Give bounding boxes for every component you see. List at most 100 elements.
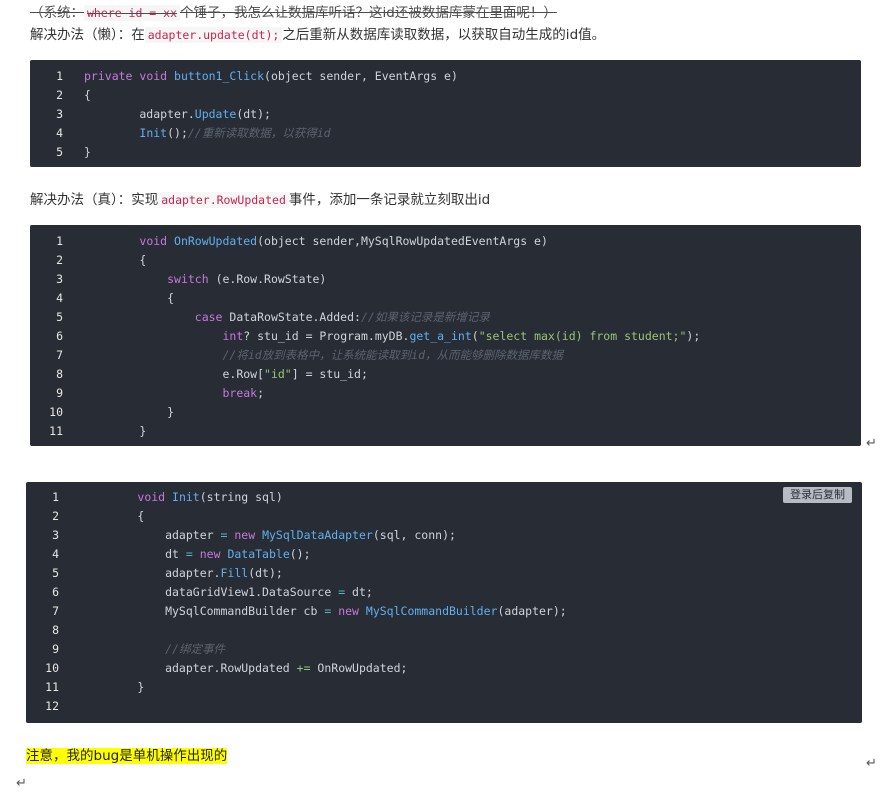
line-number: 3	[56, 272, 63, 286]
real-inline-code: adapter.RowUpdated	[158, 192, 289, 208]
code-text: }	[82, 680, 145, 694]
code-line: 1 void OnRowUpdated(object sender,MySqlR…	[30, 232, 861, 251]
code-line: 1 void Init(string sql)	[26, 488, 862, 507]
lazy-prefix: 解决办法（懒）：在	[30, 27, 145, 43]
return-mark: ↵	[866, 756, 877, 771]
code-text: case DataRowState.Added://如果该记录是新增记录	[194, 310, 490, 324]
highlighted-note: 注意，我的bug是单机操作出现的	[26, 748, 228, 764]
line-number: 2	[56, 253, 63, 267]
code-line: 12	[26, 697, 862, 716]
code-line: 11 }	[30, 422, 861, 441]
code-text: adapter.Fill(dt);	[82, 566, 283, 580]
bug-note: 注意，我的bug是单机操作出现的	[26, 746, 228, 766]
lazy-inline-code: adapter.update(dt);	[144, 27, 283, 43]
code-line: 3 adapter = new MySqlDataAdapter(sql, co…	[26, 526, 862, 545]
code-line: 11 }	[26, 678, 862, 697]
line-number: 12	[45, 699, 59, 713]
code-text: }	[84, 405, 175, 419]
line-number: 4	[56, 126, 63, 140]
line-number: 7	[56, 348, 63, 362]
line-number: 1	[56, 69, 63, 83]
code-line: 9 break;	[30, 384, 861, 403]
code-block-init[interactable]: 登录后复制 1 void Init(string sql) 2 {3 adapte…	[26, 482, 862, 723]
code-line: 6 int? stu_id = Program.myDB.get_a_int("…	[30, 327, 861, 346]
code-text: //绑定事件	[165, 642, 225, 656]
strike-prefix: （系统：	[30, 5, 84, 21]
code-line: 7 MySqlCommandBuilder cb = new MySqlComm…	[26, 602, 862, 621]
code-line: 8	[26, 621, 862, 640]
line-number: 6	[56, 329, 63, 343]
code-line: 2 {	[30, 251, 861, 270]
code-text: //将id放到表格中，让系统能读取到id，从而能够删除数据库数据	[222, 348, 564, 362]
code-text: break;	[222, 386, 265, 400]
line-number: 1	[52, 490, 59, 504]
code-text: dataGridView1.DataSource = dt;	[82, 585, 373, 599]
code-text: adapter.Update(dt);	[84, 107, 271, 121]
code-line: 3 switch (e.Row.RowState)	[30, 270, 861, 289]
line-number: 2	[52, 509, 59, 523]
code-line: 4 dt = new DataTable();	[26, 545, 862, 564]
code-line: 2{	[30, 86, 861, 105]
code-line: 10 adapter.RowUpdated += OnRowUpdated;	[26, 659, 862, 678]
line-number: 11	[49, 424, 63, 438]
code-line: 2 {	[26, 507, 862, 526]
code-line: 9 //绑定事件	[26, 640, 862, 659]
code-text: MySqlCommandBuilder cb = new MySqlComman…	[82, 604, 567, 618]
code-block-button1-click[interactable]: 1 private void button1_Click(object sende…	[30, 60, 861, 167]
line-number: 4	[52, 547, 59, 561]
real-prefix: 解决办法（真）：实现	[30, 192, 159, 208]
code-text: int? stu_id = Program.myDB.get_a_int("se…	[222, 329, 701, 343]
code-text: adapter.RowUpdated += OnRowUpdated;	[82, 661, 408, 675]
line-number: 5	[52, 566, 59, 580]
line-number: 10	[45, 661, 59, 675]
return-mark: ↵	[866, 436, 877, 451]
code-text: {	[84, 88, 91, 102]
code-text: e.Row["id"] = stu_id;	[84, 367, 368, 381]
code-text: {	[84, 253, 147, 267]
line-number: 8	[52, 623, 59, 637]
real-solution-paragraph: 解决办法（真）：实现 adapter.RowUpdated 事件，添加一条记录就立刻…	[30, 190, 490, 210]
line-number: 9	[52, 642, 59, 656]
code-line: 4 {	[30, 289, 861, 308]
line-number: 11	[45, 680, 59, 694]
code-text: void Init(string sql)	[137, 490, 283, 504]
line-number: 6	[52, 585, 59, 599]
return-mark: ↵	[16, 776, 27, 791]
code-line: 1 private void button1_Click(object sende…	[30, 67, 861, 86]
code-line: 7 //将id放到表格中，让系统能读取到id，从而能够删除数据库数据	[30, 346, 861, 365]
line-number: 1	[56, 234, 63, 248]
code-text: }	[84, 145, 91, 159]
line-number: 10	[49, 405, 63, 419]
code-line: 10 }	[30, 403, 861, 422]
code-line: 3 adapter.Update(dt);	[30, 105, 861, 124]
line-number: 5	[56, 145, 63, 159]
code-text: dt = new DataTable();	[82, 547, 311, 561]
lazy-solution-paragraph: 解决办法（懒）：在 adapter.update(dt); 之后重新从数据库读取数据…	[30, 25, 605, 45]
code-line: 5 case DataRowState.Added://如果该记录是新增记录	[30, 308, 861, 327]
code-line: 5}	[30, 143, 861, 162]
code-line: 8 e.Row["id"] = stu_id;	[30, 365, 861, 384]
line-number: 4	[56, 291, 63, 305]
code-line: 5 adapter.Fill(dt);	[26, 564, 862, 583]
code-text: Init();//重新读取数据，以获得id	[139, 126, 331, 140]
code-line: 6 dataGridView1.DataSource = dt;	[26, 583, 862, 602]
line-number: 8	[56, 367, 63, 381]
line-number: 7	[52, 604, 59, 618]
line-number: 9	[56, 386, 63, 400]
code-text: {	[84, 291, 175, 305]
code-block-on-row-updated[interactable]: 1 void OnRowUpdated(object sender,MySqlR…	[30, 225, 861, 446]
code-text: {	[82, 509, 145, 523]
code-text: switch (e.Row.RowState)	[167, 272, 327, 286]
line-number: 2	[56, 88, 63, 102]
line-number: 3	[56, 107, 63, 121]
code-text: adapter = new MySqlDataAdapter(sql, conn…	[82, 528, 456, 542]
code-text: void OnRowUpdated(object sender,MySqlRow…	[139, 234, 548, 248]
code-text: }	[84, 424, 147, 438]
code-text: private void button1_Click(object sender…	[84, 69, 458, 83]
strike-suffix: 个锤子，我怎么让数据库听话？这id还被数据库蒙在里面呢！）	[180, 5, 557, 21]
line-number: 5	[56, 310, 63, 324]
lazy-suffix: 之后重新从数据库读取数据，以获取自动生成的id值。	[282, 27, 606, 43]
code-line: 4 Init();//重新读取数据，以获得id	[30, 124, 861, 143]
real-suffix: 事件，添加一条记录就立刻取出id	[288, 192, 491, 208]
strikethrough-remark: （系统： where id = xx 个锤子，我怎么让数据库听话？这id还被数据库蒙…	[30, 3, 557, 23]
